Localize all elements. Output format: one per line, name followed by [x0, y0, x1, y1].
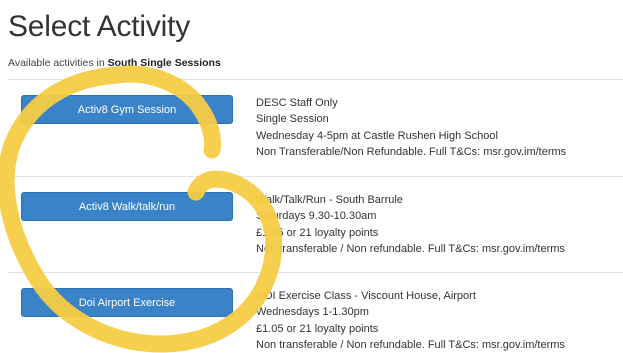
divider	[8, 272, 623, 273]
activ8-walk-talk-run-button[interactable]: Activ8 Walk/talk/run	[21, 192, 233, 221]
detail-line: Walk/Talk/Run - South Barrule	[256, 194, 403, 206]
activity-details: DOI Exercise Class - Viscount House, Air…	[256, 288, 565, 353]
detail-line: Non transferable / Non refundable. Full …	[256, 338, 565, 351]
detail-line: Wednesdays 1-1.30pm	[256, 306, 369, 319]
page-subtitle: Available activities in South Single Ses…	[8, 57, 221, 69]
detail-line: Non transferable / Non refundable. Full …	[256, 242, 565, 255]
detail-line: DOI Exercise Class - Viscount House, Air…	[256, 290, 476, 302]
detail-line: Single Session	[256, 113, 329, 126]
divider	[8, 79, 623, 80]
subtitle-location: South Single Sessions	[107, 57, 221, 69]
doi-airport-exercise-button[interactable]: Doi Airport Exercise	[21, 288, 233, 317]
detail-line: Saturdays 9.30-10.30am	[256, 210, 377, 223]
subtitle-prefix: Available activities in	[8, 57, 108, 69]
detail-line: DESC Staff Only	[256, 97, 338, 109]
detail-line: £1.05 or 21 loyalty points	[256, 226, 379, 239]
activity-details: DESC Staff Only Single Session Wednesday…	[256, 95, 566, 160]
detail-line: Non Transferable/Non Refundable. Full T&…	[256, 145, 567, 158]
detail-line: £1.05 or 21 loyalty points	[256, 322, 379, 335]
page-title: Select Activity	[8, 10, 191, 43]
divider	[8, 176, 623, 177]
activity-details: Walk/Talk/Run - South Barrule Saturdays …	[256, 192, 565, 257]
activ8-gym-session-button[interactable]: Activ8 Gym Session	[21, 95, 233, 124]
detail-line: Wednesday 4-5pm at Castle Rushen High Sc…	[256, 129, 498, 142]
